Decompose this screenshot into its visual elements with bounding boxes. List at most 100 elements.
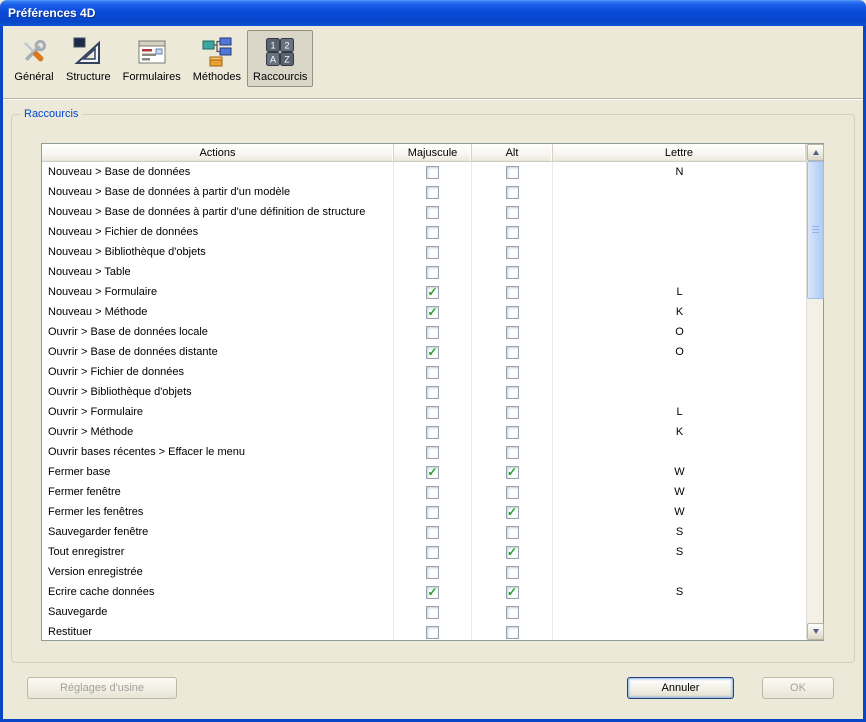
table-row[interactable]: Nouveau > Base de donnéesN bbox=[42, 162, 806, 182]
alt-checkbox[interactable] bbox=[506, 206, 519, 219]
toolbar-item-structure[interactable]: Structure bbox=[60, 30, 117, 87]
alt-checkbox[interactable] bbox=[506, 166, 519, 179]
majuscule-checkbox[interactable] bbox=[426, 226, 439, 239]
majuscule-checkbox[interactable] bbox=[426, 366, 439, 379]
majuscule-checkbox[interactable] bbox=[426, 446, 439, 459]
shortcut-letter bbox=[553, 242, 806, 262]
majuscule-checkbox[interactable] bbox=[426, 186, 439, 199]
table-row[interactable]: Fermer fenêtreW bbox=[42, 482, 806, 502]
scroll-down-button[interactable] bbox=[807, 623, 824, 640]
alt-checkbox[interactable] bbox=[506, 306, 519, 319]
table-row[interactable]: Sauvegarder fenêtreS bbox=[42, 522, 806, 542]
table-row[interactable]: Fermer les fenêtresW bbox=[42, 502, 806, 522]
table-row[interactable]: Version enregistrée bbox=[42, 562, 806, 582]
table-row[interactable]: Ecrire cache donnéesS bbox=[42, 582, 806, 602]
table-row[interactable]: Fermer baseW bbox=[42, 462, 806, 482]
alt-checkbox[interactable] bbox=[506, 546, 519, 559]
shortcut-letter: K bbox=[553, 422, 806, 442]
alt-checkbox[interactable] bbox=[506, 186, 519, 199]
majuscule-checkbox[interactable] bbox=[426, 246, 439, 259]
table-row[interactable]: Nouveau > Table bbox=[42, 262, 806, 282]
table-row[interactable]: Ouvrir > MéthodeK bbox=[42, 422, 806, 442]
majuscule-checkbox[interactable] bbox=[426, 566, 439, 579]
majuscule-checkbox[interactable] bbox=[426, 626, 439, 639]
toolbar-item-formulaires[interactable]: Formulaires bbox=[117, 30, 187, 87]
action-label: Nouveau > Table bbox=[42, 262, 394, 282]
table-row[interactable]: Ouvrir > Bibliothèque d'objets bbox=[42, 382, 806, 402]
majuscule-checkbox[interactable] bbox=[426, 286, 439, 299]
table-row[interactable]: Nouveau > Base de données à partir d'un … bbox=[42, 182, 806, 202]
table-row[interactable]: Nouveau > Bibliothèque d'objets bbox=[42, 242, 806, 262]
majuscule-checkbox[interactable] bbox=[426, 486, 439, 499]
alt-checkbox[interactable] bbox=[506, 606, 519, 619]
alt-checkbox[interactable] bbox=[506, 406, 519, 419]
alt-checkbox[interactable] bbox=[506, 366, 519, 379]
table-row[interactable]: Sauvegarde bbox=[42, 602, 806, 622]
majuscule-checkbox[interactable] bbox=[426, 426, 439, 439]
majuscule-checkbox[interactable] bbox=[426, 586, 439, 599]
toolbar-item-general[interactable]: Général bbox=[8, 30, 60, 87]
table-row[interactable]: Nouveau > FormulaireL bbox=[42, 282, 806, 302]
alt-checkbox[interactable] bbox=[506, 386, 519, 399]
table-row[interactable]: Restituer bbox=[42, 622, 806, 640]
table-row[interactable]: Ouvrir > FormulaireL bbox=[42, 402, 806, 422]
scroll-up-button[interactable] bbox=[807, 144, 824, 161]
shortcut-letter bbox=[553, 222, 806, 242]
majuscule-checkbox[interactable] bbox=[426, 166, 439, 179]
toolbar-item-methodes[interactable]: Méthodes bbox=[187, 30, 247, 87]
majuscule-checkbox[interactable] bbox=[426, 506, 439, 519]
majuscule-checkbox[interactable] bbox=[426, 386, 439, 399]
checkbox-cell bbox=[394, 462, 472, 482]
alt-checkbox[interactable] bbox=[506, 286, 519, 299]
factory-settings-button[interactable]: Réglages d'usine bbox=[27, 677, 177, 699]
table-row[interactable]: Ouvrir > Base de données distanteO bbox=[42, 342, 806, 362]
alt-checkbox[interactable] bbox=[506, 266, 519, 279]
checkbox-cell bbox=[472, 162, 553, 182]
shortcut-letter: O bbox=[553, 342, 806, 362]
table-row[interactable]: Ouvrir bases récentes > Effacer le menu bbox=[42, 442, 806, 462]
alt-checkbox[interactable] bbox=[506, 346, 519, 359]
majuscule-checkbox[interactable] bbox=[426, 406, 439, 419]
vertical-scrollbar[interactable] bbox=[806, 144, 823, 640]
toolbar-item-raccourcis[interactable]: 1 2 A Z Raccourcis bbox=[247, 30, 313, 87]
alt-checkbox[interactable] bbox=[506, 446, 519, 459]
alt-checkbox[interactable] bbox=[506, 426, 519, 439]
scroll-thumb[interactable] bbox=[807, 161, 824, 299]
majuscule-checkbox[interactable] bbox=[426, 306, 439, 319]
checkbox-cell bbox=[472, 262, 553, 282]
majuscule-checkbox[interactable] bbox=[426, 546, 439, 559]
majuscule-checkbox[interactable] bbox=[426, 266, 439, 279]
header-actions[interactable]: Actions bbox=[42, 144, 394, 161]
majuscule-checkbox[interactable] bbox=[426, 346, 439, 359]
majuscule-checkbox[interactable] bbox=[426, 606, 439, 619]
table-row[interactable]: Nouveau > MéthodeK bbox=[42, 302, 806, 322]
ok-button[interactable]: OK bbox=[762, 677, 834, 699]
alt-checkbox[interactable] bbox=[506, 526, 519, 539]
alt-checkbox[interactable] bbox=[506, 466, 519, 479]
header-majuscule[interactable]: Majuscule bbox=[394, 144, 472, 161]
majuscule-checkbox[interactable] bbox=[426, 466, 439, 479]
alt-checkbox[interactable] bbox=[506, 506, 519, 519]
header-lettre[interactable]: Lettre bbox=[553, 144, 806, 161]
table-row[interactable]: Tout enregistrerS bbox=[42, 542, 806, 562]
table-row[interactable]: Ouvrir > Base de données localeO bbox=[42, 322, 806, 342]
title-bar[interactable]: Préférences 4D bbox=[0, 0, 866, 26]
alt-checkbox[interactable] bbox=[506, 226, 519, 239]
majuscule-checkbox[interactable] bbox=[426, 526, 439, 539]
cancel-button[interactable]: Annuler bbox=[627, 677, 734, 699]
header-alt[interactable]: Alt bbox=[472, 144, 553, 161]
shortcut-letter: L bbox=[553, 282, 806, 302]
table-row[interactable]: Nouveau > Base de données à partir d'une… bbox=[42, 202, 806, 222]
majuscule-checkbox[interactable] bbox=[426, 206, 439, 219]
table-row[interactable]: Nouveau > Fichier de données bbox=[42, 222, 806, 242]
alt-checkbox[interactable] bbox=[506, 246, 519, 259]
alt-checkbox[interactable] bbox=[506, 586, 519, 599]
alt-checkbox[interactable] bbox=[506, 326, 519, 339]
checkbox-cell bbox=[394, 402, 472, 422]
toolbar-item-label: Méthodes bbox=[193, 71, 241, 83]
alt-checkbox[interactable] bbox=[506, 486, 519, 499]
alt-checkbox[interactable] bbox=[506, 626, 519, 639]
table-row[interactable]: Ouvrir > Fichier de données bbox=[42, 362, 806, 382]
alt-checkbox[interactable] bbox=[506, 566, 519, 579]
majuscule-checkbox[interactable] bbox=[426, 326, 439, 339]
